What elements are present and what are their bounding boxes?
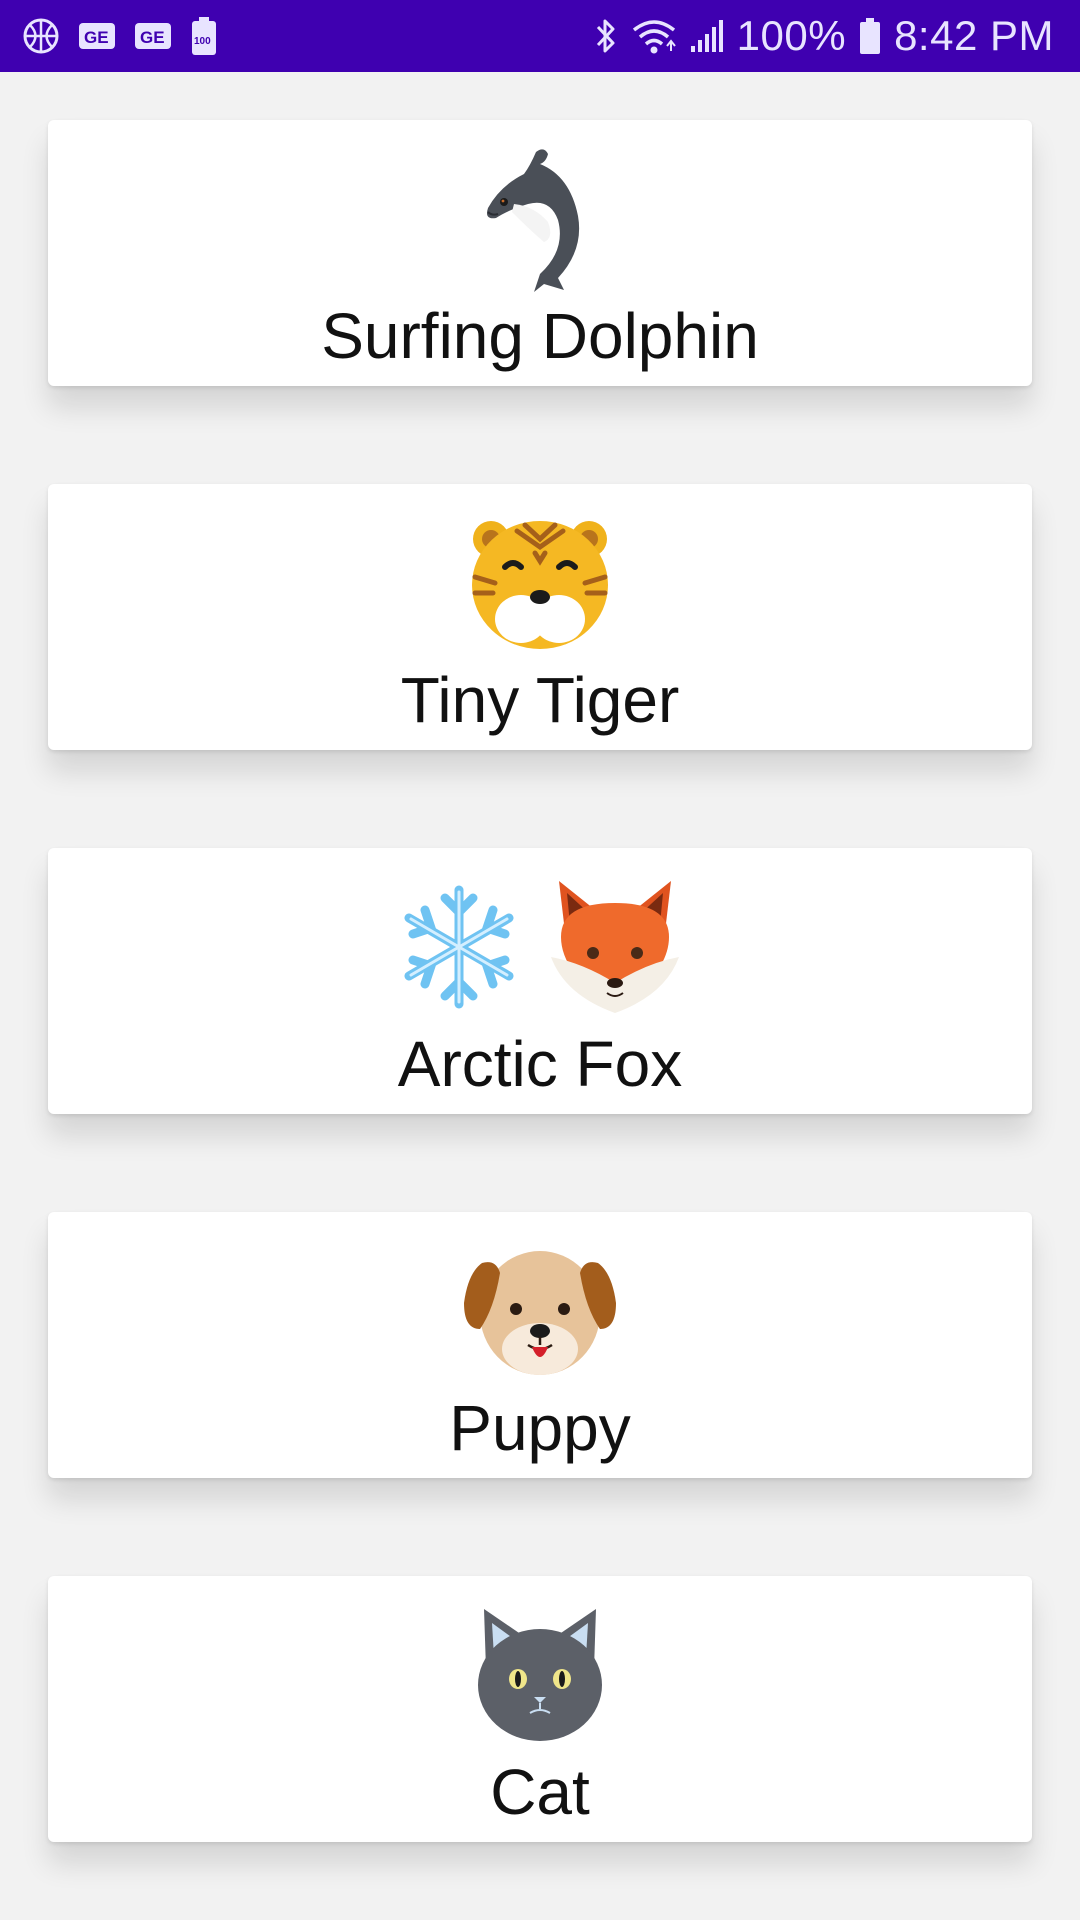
card-title: Arctic Fox <box>397 1028 683 1100</box>
ge-badge-icon: GE <box>78 21 116 51</box>
card-puppy[interactable]: Puppy <box>48 1212 1032 1478</box>
card-surfing-dolphin[interactable]: Surfing Dolphin <box>48 120 1032 386</box>
snowflake-icon <box>397 882 521 1012</box>
dog-face-icon <box>460 1243 620 1379</box>
card-cat[interactable]: Cat <box>48 1576 1032 1842</box>
battery-icon <box>858 16 882 56</box>
tiger-face-icon <box>465 513 615 653</box>
signal-icon <box>689 16 725 56</box>
card-emoji-row <box>48 1602 1032 1748</box>
card-emoji-row <box>48 874 1032 1020</box>
cat-face-icon <box>474 1605 606 1745</box>
card-title: Cat <box>490 1756 590 1828</box>
wifi-icon <box>631 16 677 56</box>
svg-text:GE: GE <box>140 28 165 47</box>
card-title: Puppy <box>449 1392 631 1464</box>
svg-text:GE: GE <box>84 28 109 47</box>
card-emoji-row <box>48 510 1032 656</box>
status-bar-right: 100% 8:42 PM <box>581 12 1054 60</box>
dolphin-icon <box>474 146 606 292</box>
clock: 8:42 PM <box>894 12 1054 59</box>
bluetooth-icon <box>593 16 619 56</box>
card-title: Tiny Tiger <box>400 664 680 736</box>
card-emoji-row <box>48 1238 1032 1384</box>
card-arctic-fox[interactable]: Arctic Fox <box>48 848 1032 1114</box>
status-bar: GE GE 100 100% 8:42 PM <box>0 0 1080 72</box>
fox-face-icon <box>547 877 683 1017</box>
status-bar-left: GE GE 100 <box>22 16 236 56</box>
battery-percent: 100% <box>736 12 847 59</box>
svg-text:100: 100 <box>194 36 211 47</box>
ge-badge-icon: GE <box>134 21 172 51</box>
card-title: Surfing Dolphin <box>321 300 759 372</box>
basketball-icon <box>22 17 60 55</box>
card-tiny-tiger[interactable]: Tiny Tiger <box>48 484 1032 750</box>
battery-100-icon: 100 <box>190 16 218 56</box>
card-emoji-row <box>48 146 1032 292</box>
